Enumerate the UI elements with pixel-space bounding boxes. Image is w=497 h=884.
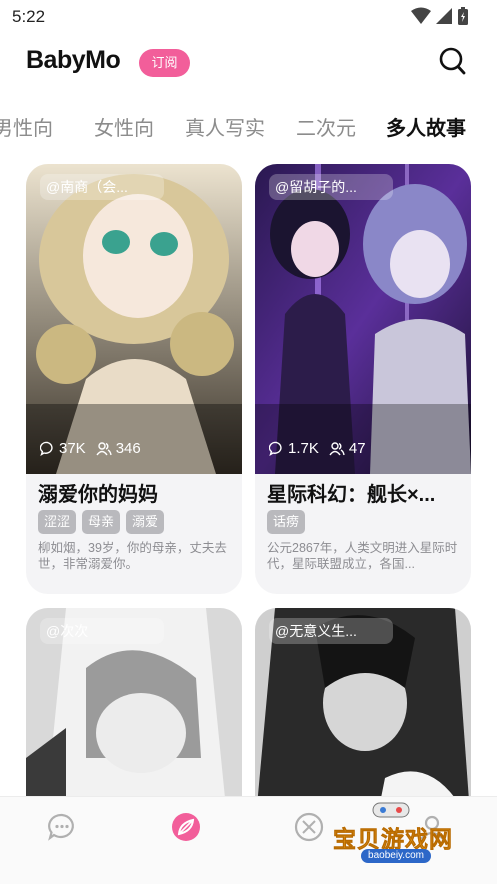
card-stats: 1.7K 47 [269,440,376,457]
subscribe-button[interactable]: 订阅 [139,49,190,77]
search-button[interactable] [439,46,467,76]
user-count: 47 [348,440,366,457]
tab-female[interactable]: 女性向 [94,112,154,141]
tag[interactable]: 涩涩 [38,510,77,534]
comment-stat: 1.7K [269,440,319,457]
comment-count: 1.7K [288,440,319,457]
watermark: 宝贝游戏网 baobeiy.com [331,798,461,866]
status-bar: 5:22 [0,0,497,34]
card-tags: 涩涩 母亲 溺爱 [38,510,165,534]
user-count: 346 [115,440,141,457]
card-stats: 37K 346 [40,440,151,457]
author-label: @无意义生... [269,618,393,644]
tab-male[interactable]: 男性向 [0,112,53,141]
battery-icon [458,7,468,25]
watermark-url: baobeiy.com [361,849,431,863]
nav-chat[interactable] [46,811,78,843]
user-stat: 47 [329,440,366,457]
tab-multi-story[interactable]: 多人故事 [386,112,466,141]
card-cover-image [26,164,242,474]
card-description: 柳如烟，39岁，你的母亲，丈夫去世，非常溺爱你。 [38,541,227,571]
comment-icon [40,441,53,456]
comment-icon [269,441,282,456]
story-card[interactable]: @留胡子的... 1.7K 47 星际科幻：舰长×... 话痨 公元2867年，… [255,164,471,594]
card-title: 星际科幻：舰长×... [267,484,436,506]
comment-stat: 37K [40,440,86,457]
tag[interactable]: 母亲 [82,510,121,534]
category-tabs: 男性向 女性向 真人写实 二次元 多人故事 [0,108,497,144]
app-logo: BabyMo [26,46,121,74]
search-icon [439,47,466,75]
users-icon [329,442,345,456]
story-card[interactable]: @南商（会... 37K 346 溺爱你的妈妈 涩涩 母亲 溺爱 柳如烟，39岁… [26,164,242,594]
users-icon [96,442,112,456]
comment-count: 37K [59,440,86,457]
user-stat: 346 [96,440,141,457]
author-label: @留胡子的... [269,174,393,200]
tab-anime[interactable]: 二次元 [296,112,356,141]
nav-create[interactable] [293,811,325,843]
create-icon [294,812,324,842]
card-tags: 话痨 [267,510,306,534]
chat-icon [48,813,74,841]
tag[interactable]: 话痨 [267,510,306,534]
author-label: @南商（会... [40,174,164,200]
status-time: 5:22 [12,7,46,26]
tag[interactable]: 溺爱 [126,510,165,534]
card-title: 溺爱你的妈妈 [38,484,158,506]
compass-icon [172,813,200,841]
author-label: @次次 [40,618,164,644]
gamepad-icon [372,802,410,818]
tab-realistic[interactable]: 真人写实 [185,112,265,141]
card-description: 公元2867年，人类文明进入星际时代，星际联盟成立，各国... [267,541,458,571]
wifi-icon [411,7,431,24]
status-icons [411,6,469,26]
nav-discover[interactable] [170,811,202,843]
app-header: BabyMo 订阅 [0,44,497,84]
card-cover-image [255,164,471,474]
signal-icon [436,8,452,24]
